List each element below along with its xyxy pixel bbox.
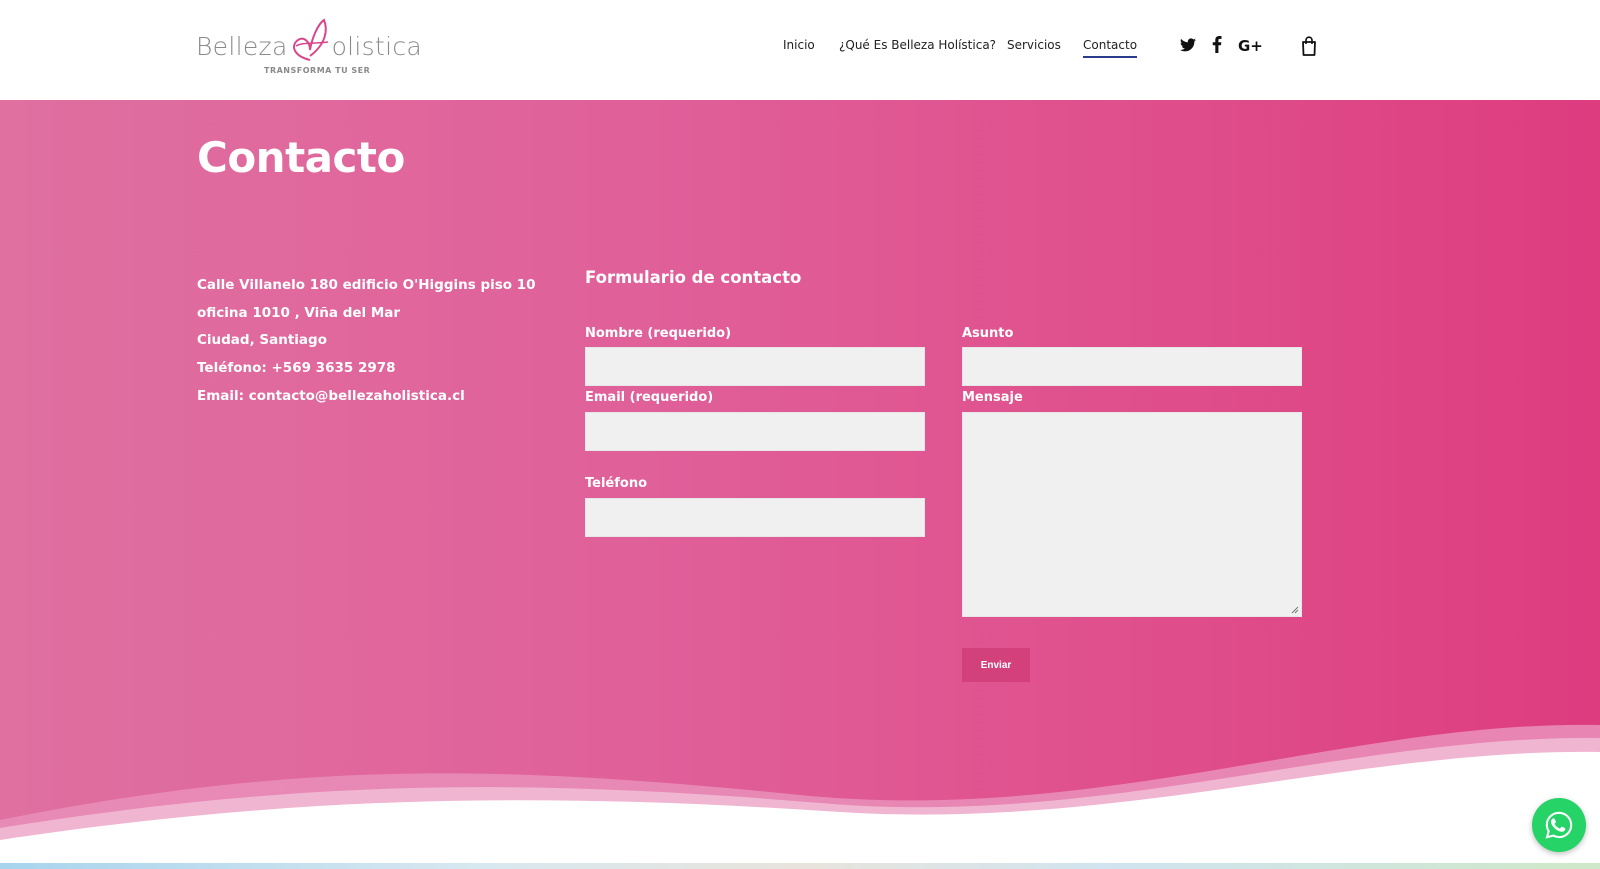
address-line: oficina 1010 , Viña del Mar (197, 304, 401, 321)
name-input[interactable] (585, 347, 925, 386)
logo-word-holistica: olistica (331, 32, 423, 61)
wave-divider (0, 724, 1600, 869)
address-line: Calle Villanelo 180 edificio O'Higgins p… (197, 277, 536, 293)
google-plus-icon[interactable]: G+ (1238, 37, 1263, 55)
site-header: Belleza olistica TRANSFORMA TU SER Inicio… (0, 0, 1600, 100)
resize-handle-icon[interactable] (1291, 606, 1299, 614)
name-label: Nombre (requerido) (585, 326, 732, 341)
email-line: Email: contacto@bellezaholistica.cl (197, 387, 465, 404)
nav-item-inicio[interactable]: Inicio (783, 38, 815, 56)
logo-word-belleza: Belleza (196, 32, 288, 61)
map-preview[interactable] (0, 863, 1600, 869)
nav-item-servicios[interactable]: Servicios (1007, 38, 1061, 56)
subject-input[interactable] (962, 347, 1302, 386)
email-input[interactable] (585, 412, 925, 451)
contact-info: Calle Villanelo 180 edificio O'Higgins p… (197, 272, 536, 411)
message-label: Mensaje (962, 390, 1023, 405)
twitter-icon[interactable] (1180, 38, 1196, 52)
facebook-icon[interactable] (1212, 36, 1222, 53)
city-line: Ciudad, Santiago (197, 332, 327, 349)
whatsapp-button[interactable] (1532, 798, 1586, 852)
email-label: Email (requerido) (585, 390, 714, 405)
logo-tagline: TRANSFORMA TU SER (264, 66, 371, 75)
nav-item-que-es[interactable]: ¿Qué Es Belleza Holística? (839, 38, 996, 56)
shopping-bag-icon[interactable] (1301, 36, 1317, 56)
submit-button[interactable]: Enviar (962, 648, 1030, 682)
subject-label: Asunto (962, 326, 1014, 341)
phone-line: Teléfono: +569 3635 2978 (197, 360, 396, 377)
page-title: Contacto (197, 133, 405, 182)
phone-input[interactable] (585, 498, 925, 537)
nav-item-contacto[interactable]: Contacto (1083, 38, 1138, 58)
site-logo[interactable]: Belleza olistica TRANSFORMA TU SER (196, 14, 426, 78)
form-title: Formulario de contacto (585, 268, 802, 287)
butterfly-icon (293, 18, 329, 61)
message-textarea[interactable] (962, 412, 1302, 617)
phone-label: Teléfono (585, 476, 648, 491)
whatsapp-icon (1545, 811, 1573, 839)
